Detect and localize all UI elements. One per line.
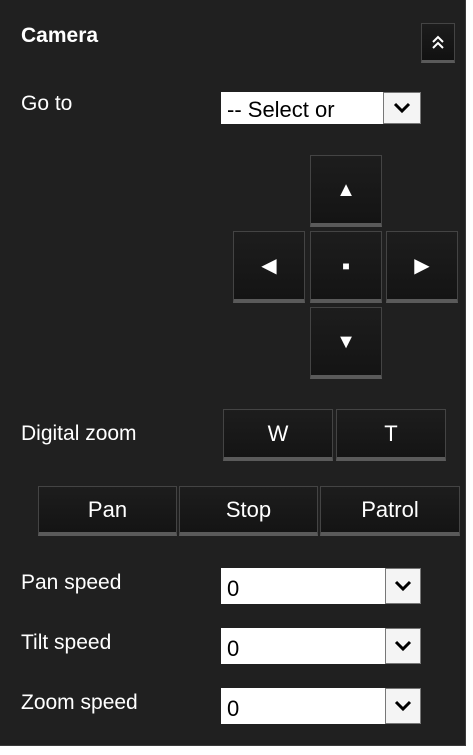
zoom-speed-value: 0: [227, 696, 240, 721]
zoom-speed-select[interactable]: 0: [221, 688, 421, 724]
arrow-up-icon: ▲: [336, 178, 356, 201]
zoom-wide-label: W: [267, 420, 289, 446]
arrow-left-icon: ◀: [261, 254, 277, 277]
goto-select-value: -- Select or: [227, 97, 335, 122]
pan-button-label: Pan: [87, 496, 128, 522]
chevron-down-icon[interactable]: [385, 628, 421, 664]
zoom-speed-label: Zoom speed: [21, 691, 138, 714]
patrol-button-label: Patrol: [361, 496, 419, 522]
pan-button[interactable]: Pan: [38, 486, 177, 536]
arrow-right-icon: ▶: [414, 254, 430, 277]
tilt-speed-label: Tilt speed: [21, 631, 112, 654]
goto-label: Go to: [21, 92, 73, 115]
stop-button-label: Stop: [225, 496, 272, 522]
pan-right-button[interactable]: ▶: [386, 231, 458, 303]
home-button[interactable]: ■: [310, 231, 382, 303]
double-chevron-up-icon: [432, 35, 444, 49]
tilt-down-button[interactable]: ▼: [310, 307, 382, 379]
stop-button[interactable]: Stop: [179, 486, 318, 536]
tilt-up-button[interactable]: ▲: [310, 155, 382, 227]
chevron-down-icon[interactable]: [383, 92, 421, 124]
chevron-down-icon[interactable]: [385, 568, 421, 604]
zoom-tele-label: T: [384, 420, 398, 446]
goto-select[interactable]: -- Select or: [221, 92, 421, 124]
home-square-icon: ■: [342, 258, 350, 273]
camera-panel: Camera Go to -- Select or ▲ ◀ ■ ▶ ▼ Digi…: [0, 0, 466, 746]
pan-speed-label: Pan speed: [21, 571, 122, 594]
arrow-down-icon: ▼: [336, 330, 356, 353]
pan-speed-select[interactable]: 0: [221, 568, 421, 604]
chevron-down-icon[interactable]: [385, 688, 421, 724]
collapse-button[interactable]: [421, 23, 455, 63]
tilt-speed-value: 0: [227, 636, 240, 661]
panel-title: Camera: [21, 24, 99, 47]
patrol-button[interactable]: Patrol: [320, 486, 460, 536]
digital-zoom-label: Digital zoom: [21, 422, 137, 445]
zoom-wide-button[interactable]: W: [223, 409, 333, 461]
zoom-tele-button[interactable]: T: [336, 409, 446, 461]
pan-speed-value: 0: [227, 576, 240, 601]
pan-left-button[interactable]: ◀: [233, 231, 305, 303]
tilt-speed-select[interactable]: 0: [221, 628, 421, 664]
